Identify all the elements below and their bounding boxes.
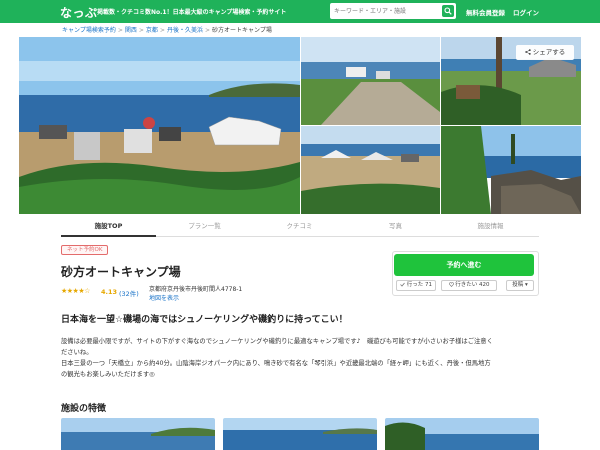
photo-gallery bbox=[19, 37, 581, 214]
feature-card-photo[interactable] bbox=[385, 418, 539, 450]
facility-headline: 日本海を一望☆磯場の海ではシュノーケリングや磯釣りに持ってこい！ bbox=[61, 315, 348, 325]
search-icon bbox=[444, 7, 452, 15]
gallery-photo[interactable] bbox=[441, 126, 581, 214]
review-count-link[interactable]: (32件) bbox=[119, 288, 139, 298]
description-line: 設備は必要最小限ですが、サイトの下がすぐ海なのでシュノーケリングや磯釣りに最適な… bbox=[61, 338, 493, 345]
breadcrumb-link[interactable]: 京都 bbox=[146, 27, 158, 34]
tab-photos[interactable]: 写真 bbox=[348, 218, 443, 237]
rocky-coast-photo-image bbox=[441, 126, 581, 214]
pine-coast-feature-image bbox=[385, 418, 539, 450]
rating-value: 4.13 bbox=[101, 288, 118, 296]
description-line: の観光もお楽しみいただけます◎ bbox=[61, 371, 155, 378]
search-box bbox=[330, 3, 456, 19]
breadcrumb-link[interactable]: 関西 bbox=[125, 27, 137, 34]
heart-icon bbox=[448, 281, 454, 287]
description-line: ださいね。 bbox=[61, 349, 93, 356]
coast-feature-image bbox=[61, 418, 215, 450]
share-label: シェアする bbox=[532, 48, 566, 56]
tab-top[interactable]: 施設TOP bbox=[61, 218, 156, 237]
breadcrumb-separator: > bbox=[138, 27, 144, 34]
breadcrumb-link[interactable]: キャンプ場検索予約 bbox=[62, 27, 116, 34]
road-photo-image bbox=[301, 37, 440, 125]
breadcrumb: キャンプ場検索予約 > 関西 > 京都 > 丹後・久美浜 > 砂方オートキャンプ場 bbox=[62, 25, 272, 34]
show-map-link[interactable]: 地図を表示 bbox=[149, 293, 179, 302]
feature-card-photo[interactable] bbox=[61, 418, 215, 450]
breadcrumb-separator: > bbox=[117, 27, 123, 34]
gallery-photo[interactable] bbox=[301, 37, 440, 125]
campsite-photo-image bbox=[19, 37, 300, 214]
site-logo[interactable]: なっぷ bbox=[60, 4, 98, 21]
breadcrumb-separator: > bbox=[204, 27, 210, 34]
breadcrumb-current: 砂方オートキャンプ場 bbox=[212, 27, 272, 34]
facility-address: 京都府京丹後市丹後町間人4778-1 bbox=[149, 286, 243, 293]
site-tagline: 掲載数・クチコミ数No.1！日本最大級のキャンプ場検索・予約サイト bbox=[97, 9, 287, 16]
breadcrumb-separator: > bbox=[159, 27, 165, 34]
want-to-go-button[interactable]: 行きたい 420 bbox=[441, 280, 497, 291]
main-photo[interactable] bbox=[19, 37, 300, 214]
gallery-photo[interactable] bbox=[301, 126, 440, 214]
tents-photo-image bbox=[301, 126, 440, 214]
tab-plans[interactable]: プラン一覧 bbox=[157, 218, 252, 237]
went-label: 行った 71 bbox=[406, 282, 432, 288]
tab-facility-info[interactable]: 施設情報 bbox=[443, 218, 538, 237]
site-header: なっぷ 掲載数・クチコミ数No.1！日本最大級のキャンプ場検索・予約サイト 無料… bbox=[0, 0, 600, 23]
went-button[interactable]: 行った 71 bbox=[396, 280, 436, 291]
share-button[interactable]: シェアする bbox=[516, 45, 574, 60]
search-button[interactable] bbox=[442, 5, 454, 17]
feature-card-photo[interactable] bbox=[223, 418, 377, 450]
facility-name: 砂方オートキャンプ場 bbox=[61, 265, 181, 279]
net-reservation-badge: ネット予約OK bbox=[61, 245, 109, 255]
sea-feature-image bbox=[223, 418, 377, 450]
facility-tabs: 施設TOP プラン一覧 クチコミ 写真 施設情報 bbox=[61, 218, 539, 237]
breadcrumb-link[interactable]: 丹後・久美浜 bbox=[167, 27, 203, 34]
want-to-go-label: 行きたい 420 bbox=[455, 282, 490, 288]
post-dropdown-button[interactable]: 投稿 ▾ bbox=[506, 280, 534, 291]
description-line: 日本三景の一つ「天橋立」から約40分。山陰海岸ジオパーク内にあり、鳴き砂で有名な… bbox=[61, 360, 491, 367]
check-icon bbox=[400, 282, 405, 287]
share-icon bbox=[525, 48, 531, 55]
search-input[interactable] bbox=[334, 5, 438, 17]
login-link[interactable]: ログイン bbox=[513, 7, 539, 17]
star-rating-icon: ★★★★☆ bbox=[61, 287, 90, 295]
signup-link[interactable]: 無料会員登録 bbox=[466, 7, 505, 17]
tab-reviews[interactable]: クチコミ bbox=[252, 218, 347, 237]
features-section-title: 施設の特徴 bbox=[61, 404, 107, 414]
reserve-button[interactable]: 予約へ進む bbox=[394, 254, 534, 276]
